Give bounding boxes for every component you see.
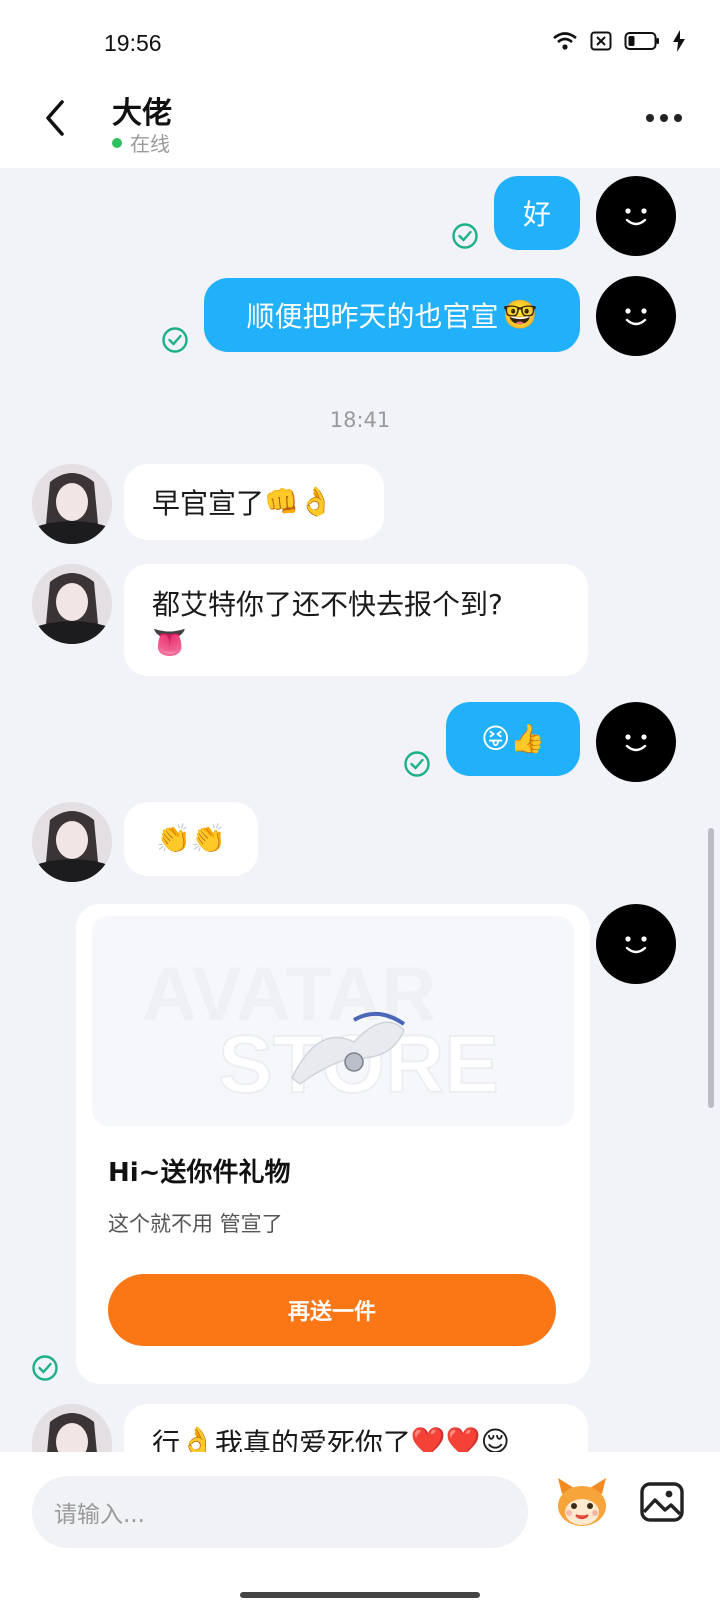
scrollbar[interactable] — [708, 828, 714, 1108]
clap-emoji: 👏👏 — [156, 822, 226, 855]
input-placeholder: 请输入... — [54, 1502, 145, 1528]
message-bubble-out[interactable]: 😝👍 — [446, 702, 580, 776]
avatar-contact[interactable] — [32, 564, 112, 644]
check-icon — [452, 223, 478, 249]
avatar-me[interactable] — [596, 176, 676, 256]
status-icons — [552, 30, 686, 52]
mascot-icon — [558, 1478, 606, 1526]
image-icon — [640, 1482, 684, 1522]
message-input[interactable]: 请输入... — [32, 1476, 528, 1548]
contact-photo — [32, 464, 112, 544]
gift-title: Hi~送你件礼物 — [108, 1158, 291, 1188]
time-separator: 18:41 — [329, 408, 391, 432]
message-text: 都艾特你了还不快去报个到? — [152, 588, 503, 621]
image-button[interactable] — [638, 1478, 686, 1526]
gift-card[interactable]: AVATAR STORE Hi~送你件礼物 这个就不用 管宣了 再送一件 — [76, 904, 590, 1384]
gift-preview: AVATAR STORE — [142, 952, 500, 1111]
wifi-icon — [553, 32, 577, 50]
input-bar: 请输入... — [0, 1452, 720, 1600]
close-box-icon — [590, 31, 612, 51]
message-bubble-in[interactable]: 行 👌 我真的爱死你了 ❤️❤️😌 — [124, 1404, 588, 1452]
online-dot — [112, 137, 122, 148]
smile-face-icon — [625, 936, 647, 954]
charging-icon — [673, 30, 685, 52]
ok-hand-emoji: 👌 — [180, 1425, 215, 1453]
message-text: 我真的爱死你了 — [214, 1427, 411, 1452]
smile-face-icon — [625, 308, 647, 326]
contact-photo — [32, 1404, 112, 1452]
status-time: 19:56 — [104, 30, 162, 56]
fist-emoji: 👊👌 — [264, 485, 334, 518]
smile-face-icon — [625, 208, 647, 226]
tongue-emoji: 👅 — [152, 626, 187, 659]
message-bubble-in[interactable]: 👏👏 — [124, 802, 258, 876]
gift-image: AVATAR STORE — [92, 916, 574, 1126]
nerd-emoji: 🤓 — [502, 298, 538, 331]
message-bubble-in[interactable]: 早官宣了 👊👌 — [124, 464, 384, 540]
avatar-contact[interactable] — [32, 802, 112, 882]
message-text: 好 — [522, 198, 551, 231]
avatar-me[interactable] — [596, 702, 676, 782]
contact-photo — [32, 564, 112, 644]
hearts-emoji: ❤️❤️😌 — [410, 1425, 510, 1453]
more-icon-dot — [660, 114, 668, 122]
avatar-me[interactable] — [596, 276, 676, 356]
status-bar: 19:56 — [0, 0, 720, 84]
online-text: 在线 — [130, 132, 170, 156]
message-bubble-out[interactable]: 顺便把昨天的也官宣 🤓 — [204, 278, 580, 352]
emoji-message: 😝👍 — [480, 722, 546, 755]
message-text: 顺便把昨天的也官宣 — [246, 300, 499, 333]
message-bubble-in[interactable]: 都艾特你了还不快去报个到? 👅 — [124, 564, 588, 676]
contact-photo — [32, 802, 112, 882]
smile-face-icon — [625, 734, 647, 752]
online-status: 在线 — [112, 128, 170, 157]
more-icon — [646, 114, 654, 122]
message-text: 行 — [152, 1427, 181, 1452]
contact-name: 大佬 — [112, 96, 172, 131]
message-bubble-out[interactable]: 好 — [494, 176, 580, 250]
back-icon — [46, 100, 64, 136]
home-indicator[interactable] — [240, 1592, 480, 1598]
avatar-contact[interactable] — [32, 464, 112, 544]
more-icon-dot — [674, 114, 682, 122]
chat-header: 大佬 在线 — [0, 84, 720, 168]
check-icon — [162, 327, 188, 353]
avatar-me[interactable] — [596, 904, 676, 984]
more-button[interactable] — [646, 106, 690, 130]
send-again-button[interactable]: 再送一件 — [108, 1274, 556, 1346]
gift-subtitle: 这个就不用 管宣了 — [108, 1212, 283, 1236]
back-button[interactable] — [36, 96, 76, 140]
battery-icon — [624, 32, 659, 50]
check-icon — [32, 1355, 58, 1381]
chat-area[interactable]: 好 顺便把昨天的也官宣 🤓 18:41 早官宣了 👊👌 都艾特你了还不快去报个到… — [0, 168, 720, 1452]
avatar-contact[interactable] — [32, 1404, 112, 1452]
message-text: 早官宣了 — [152, 487, 265, 520]
check-icon — [404, 751, 430, 777]
mascot-button[interactable] — [552, 1472, 612, 1532]
